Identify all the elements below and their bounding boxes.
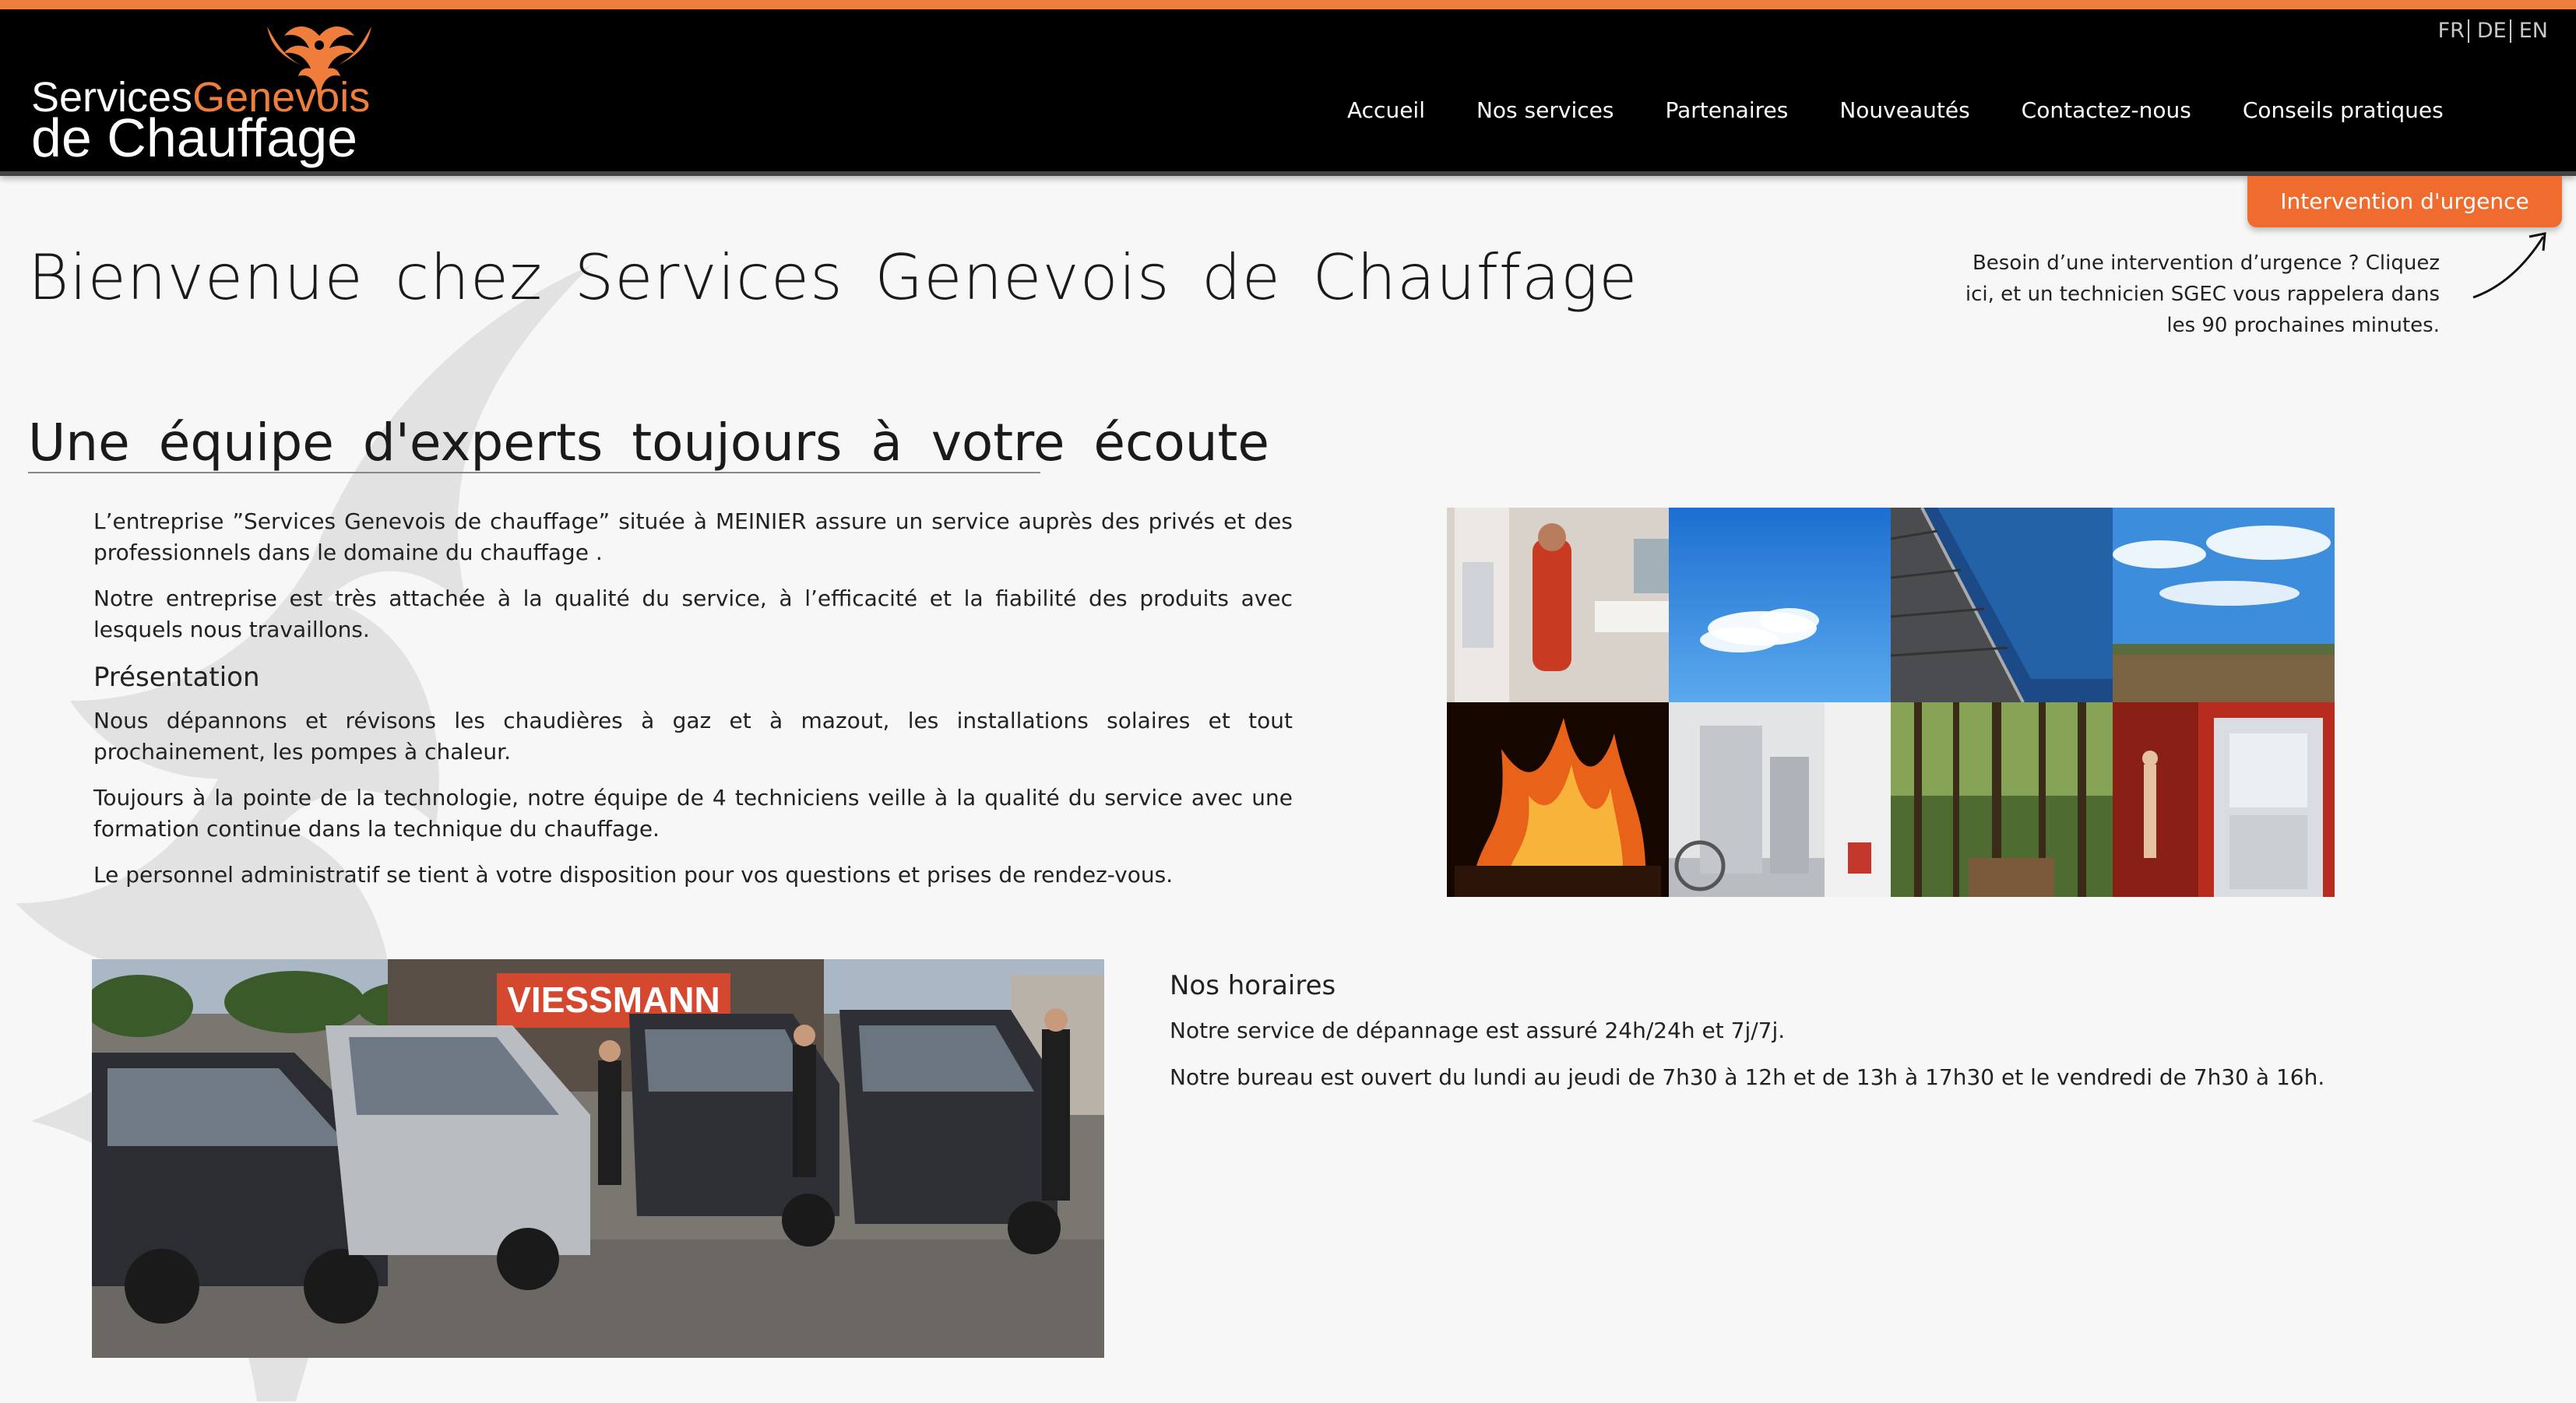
presentation-paragraph-3: Le personnel administratif se tient à vo… [93,862,1174,888]
hours-paragraph-1: Notre service de dépannage est assuré 24… [1170,1018,1786,1043]
language-switcher: FR DE EN [2438,19,2548,43]
intro-paragraph-2: Notre entreprise est très attachée à la … [93,585,1293,642]
header-accent-line [0,0,2576,9]
fire-photo [1447,702,1669,897]
nav-item-accueil[interactable]: Accueil [1347,95,1425,126]
header-bar: ServicesGenevois de Chauffage Accueil No… [0,0,2576,176]
hours-heading: Nos horaires [1170,970,1336,1001]
boiler-room-photo [1669,702,1891,897]
section-subtitle: Une équipe d'experts toujours à votre éc… [28,413,1270,473]
nav-item-conseils-pratiques[interactable]: Conseils pratiques [2243,95,2444,126]
nav-item-contactez-nous[interactable]: Contactez-nous [2022,95,2191,126]
services-photo-mosaic [1447,508,2335,897]
intro-paragraph-1: L’entreprise ”Services Genevois de chauf… [93,508,1293,565]
hours-paragraph-2: Notre bureau est ouvert du lundi au jeud… [1170,1064,2325,1090]
lang-divider [2509,19,2511,43]
opening-hours-section: Nos horaires Notre service de dépannage … [1170,969,2338,1109]
intro-content: L’entreprise ”Services Genevois de chauf… [93,506,1293,905]
nav-item-nouveautes[interactable]: Nouveautés [1839,95,1969,126]
presentation-paragraph-2: Toujours à la pointe de la technologie, … [93,785,1293,842]
solar-panel-photo [1891,508,2113,702]
landscape-photo [2113,508,2335,702]
subtitle-underline [28,472,1040,473]
bathroom-photo [1447,508,1669,702]
main-nav: Accueil Nos services Partenaires Nouveau… [1347,95,2444,126]
sky-photo [1669,508,1891,702]
lang-divider [2467,19,2469,43]
emergency-callout-text: Besoin d’une intervention d’urgence ? Cl… [1965,251,2440,337]
lang-fr[interactable]: FR [2438,19,2465,43]
lang-en[interactable]: EN [2519,19,2548,43]
forest-photo [1891,702,2113,897]
company-vans-photo: VIESSMANN [92,959,1104,1358]
header-divider [0,171,2576,176]
lang-de[interactable]: DE [2477,19,2507,43]
page-title: Bienvenue chez Services Genevois de Chau… [28,241,1638,314]
site-logo[interactable]: ServicesGenevois de Chauffage [31,22,389,167]
presentation-heading: Présentation [93,662,260,693]
logo-line-2: de Chauffage [31,107,358,168]
boiler-units-photo [2113,702,2335,897]
emergency-intervention-button[interactable]: Intervention d'urgence [2247,176,2562,227]
presentation-paragraph-1: Nous dépannons et révisons les chaudière… [93,708,1293,765]
nav-item-nos-services[interactable]: Nos services [1476,95,1614,126]
curved-arrow-icon [2472,232,2546,299]
nav-item-partenaires[interactable]: Partenaires [1665,95,1788,126]
